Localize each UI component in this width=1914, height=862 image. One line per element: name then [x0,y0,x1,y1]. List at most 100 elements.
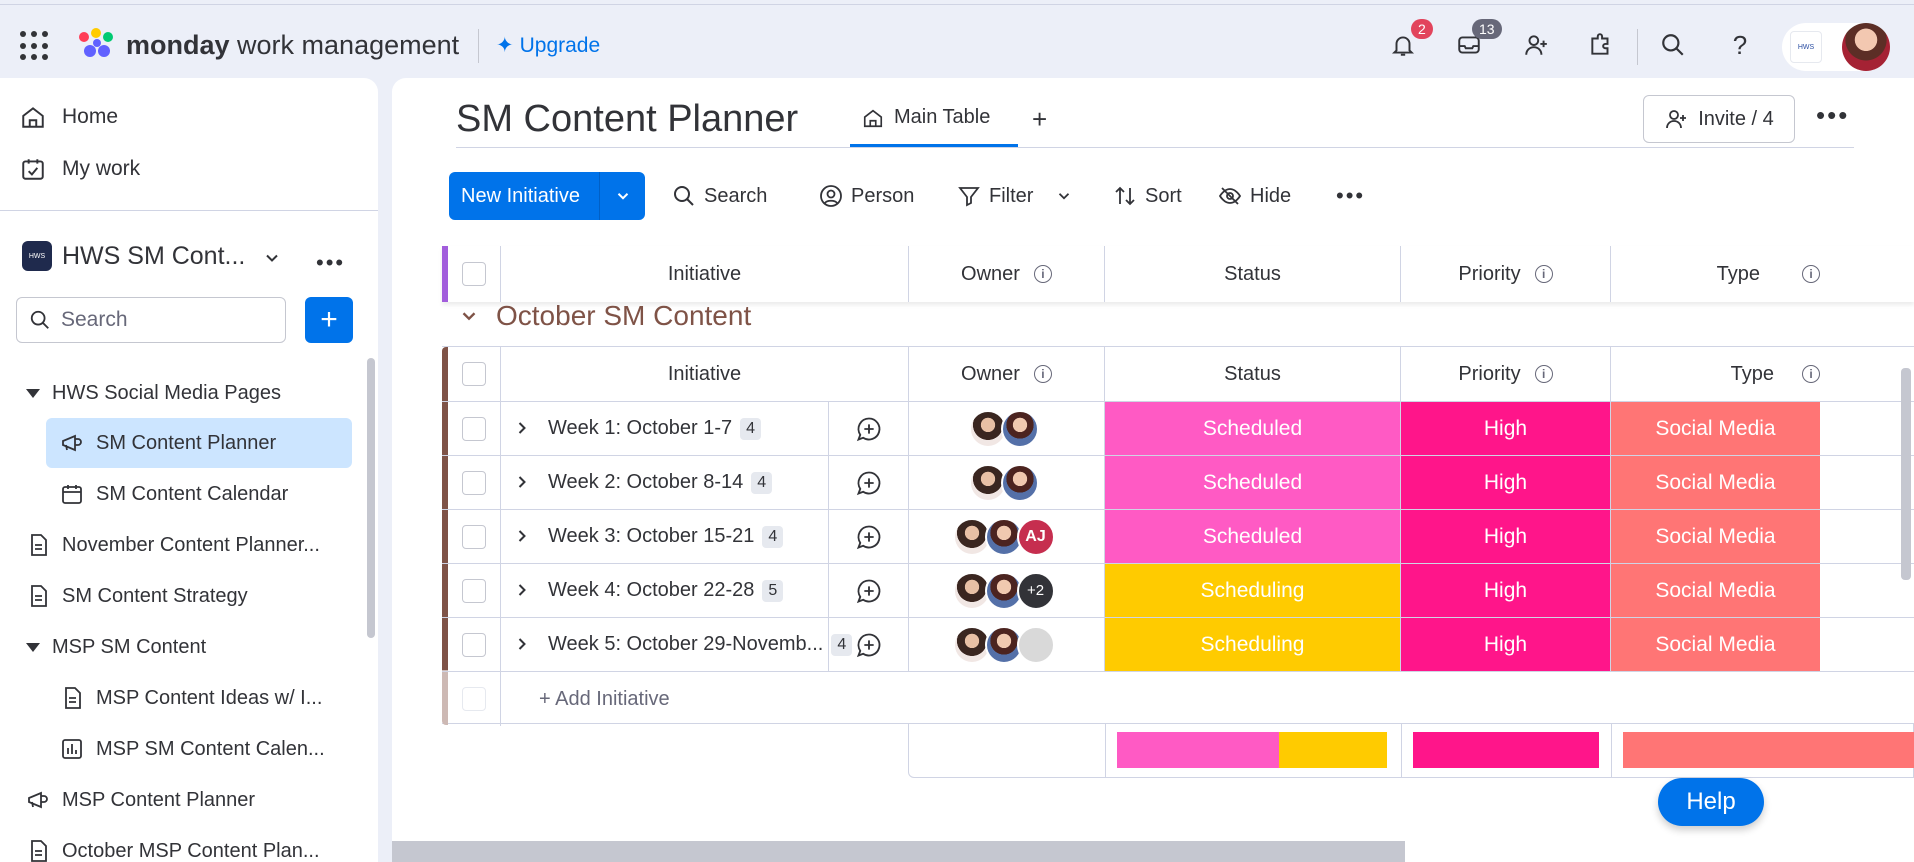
add-initiative-row[interactable]: + Add Initiative [442,672,1914,726]
column-header-initiative[interactable]: Initiative [500,246,908,302]
row-checkbox[interactable] [462,632,486,657]
group-title[interactable]: October SM Content [496,300,751,332]
tree-item-msp-sm-content-calendar[interactable]: MSP SM Content Calen... [60,724,325,774]
row-checkbox[interactable] [462,578,486,603]
add-update-icon[interactable] [828,456,908,509]
chevron-down-icon[interactable] [1055,187,1073,205]
search-icon[interactable] [1655,27,1691,63]
help-question-icon[interactable]: ? [1722,27,1758,63]
info-icon[interactable]: i [1033,365,1052,383]
invite-button[interactable]: Invite / 4 [1643,95,1795,143]
type-cell[interactable]: Social Media [1610,456,1820,509]
table-row[interactable]: Week 4: October 22-28 5 +2 Scheduling Hig… [442,564,1914,618]
type-cell[interactable]: Social Media [1610,510,1820,563]
column-header-owner[interactable]: Owner i [908,246,1104,302]
type-cell[interactable]: Social Media [1610,402,1820,455]
board-more-icon[interactable]: ••• [1816,100,1849,131]
workspace-more-icon[interactable]: ••• [316,250,345,276]
column-header-priority[interactable]: Priority i [1400,246,1610,302]
new-initiative-button[interactable]: New Initiative [449,172,645,220]
chevron-down-icon[interactable] [458,305,480,327]
owner-cell[interactable]: +2 [908,564,1104,617]
column-header-owner[interactable]: Owner i [908,347,1104,401]
info-icon[interactable]: i [1802,265,1820,283]
expand-chevron-icon[interactable] [512,418,532,443]
table-row[interactable]: Week 5: October 29-Novemb... 4 Scheduling… [442,618,1914,672]
toolbar-search[interactable]: Search [672,172,767,220]
info-icon[interactable]: i [1033,265,1052,283]
select-all-checkbox[interactable] [462,262,486,286]
status-summary-bar[interactable] [1117,732,1387,768]
tree-item-sm-content-strategy[interactable]: SM Content Strategy [26,571,248,621]
row-checkbox[interactable] [462,470,486,495]
column-header-priority[interactable]: Priority i [1400,347,1610,401]
type-cell[interactable]: Social Media [1610,564,1820,617]
toolbar-more-icon[interactable]: ••• [1336,172,1365,220]
brand-logo[interactable]: monday work management [76,25,459,65]
tree-item-msp-content-ideas[interactable]: MSP Content Ideas w/ I... [60,673,322,723]
row-checkbox[interactable] [462,416,486,441]
tree-item-sm-content-planner[interactable]: SM Content Planner [46,418,352,468]
chevron-down-icon[interactable] [262,248,282,268]
toolbar-sort[interactable]: Sort [1113,172,1182,220]
toolbar-hide[interactable]: Hide [1218,172,1291,220]
workspace-selector[interactable]: HWS HWS SM Cont... [22,241,245,271]
integrations-puzzle-icon[interactable] [1583,27,1619,63]
add-item-button[interactable]: + [305,297,353,343]
tree-item-november-planner[interactable]: November Content Planner... [26,520,320,570]
row-checkbox[interactable] [462,524,486,549]
sidebar-scrollbar[interactable] [367,358,375,638]
sidebar-search-input[interactable]: Search [16,297,286,343]
type-summary-bar[interactable] [1623,732,1914,768]
chevron-down-icon[interactable] [600,187,645,205]
info-icon[interactable]: i [1802,365,1820,383]
status-cell[interactable]: Scheduled [1104,510,1400,563]
table-row[interactable]: Week 2: October 8-14 4 Scheduled High Soc… [442,456,1914,510]
status-cell[interactable]: Scheduling [1104,618,1400,671]
toolbar-person-filter[interactable]: Person [819,172,914,220]
add-initiative-input[interactable]: + Add Initiative [500,672,908,726]
add-update-icon[interactable] [828,564,908,617]
upgrade-link[interactable]: ✦ Upgrade [496,33,600,58]
row-name[interactable]: Week 1: October 1-7 [548,417,732,440]
expand-chevron-icon[interactable] [512,526,532,551]
tree-item-october-msp-planner[interactable]: October MSP Content Plan... [26,826,320,862]
priority-cell[interactable]: High [1400,618,1610,671]
expand-chevron-icon[interactable] [512,634,532,659]
info-icon[interactable]: i [1534,265,1553,283]
column-header-status[interactable]: Status [1104,246,1400,302]
owner-cell[interactable] [908,456,1104,509]
table-row[interactable]: Week 3: October 15-21 4 AJ Scheduled High… [442,510,1914,564]
status-cell[interactable]: Scheduled [1104,402,1400,455]
priority-cell[interactable]: High [1400,510,1610,563]
priority-summary-bar[interactable] [1413,732,1599,768]
owner-cell[interactable]: AJ [908,510,1104,563]
owner-cell[interactable] [908,402,1104,455]
status-cell[interactable]: Scheduling [1104,564,1400,617]
column-header-status[interactable]: Status [1104,347,1400,401]
info-icon[interactable]: i [1534,365,1553,383]
add-update-icon[interactable] [828,402,908,455]
board-title[interactable]: SM Content Planner [456,98,798,141]
column-header-type[interactable]: Type i [1610,246,1820,302]
add-view-button[interactable]: + [1032,104,1047,135]
column-header-initiative[interactable]: Initiative [500,347,908,401]
row-name[interactable]: Week 4: October 22-28 [548,579,754,602]
invite-members-icon[interactable] [1518,27,1554,63]
type-cell[interactable]: Social Media [1610,618,1820,671]
vertical-scrollbar[interactable] [1901,368,1911,580]
expand-chevron-icon[interactable] [512,580,532,605]
expand-chevron-icon[interactable] [512,472,532,497]
row-name[interactable]: Week 5: October 29-Novemb... [548,633,823,656]
sidebar-my-work[interactable]: My work [20,156,140,182]
tree-folder[interactable]: HWS Social Media Pages [26,368,281,418]
toolbar-filter[interactable]: Filter [957,172,1073,220]
account-menu[interactable]: HWS [1782,23,1890,71]
help-button[interactable]: Help [1658,778,1764,826]
add-update-icon[interactable] [828,510,908,563]
table-row[interactable]: Week 1: October 1-7 4 Scheduled High Soci… [442,402,1914,456]
horizontal-scrollbar[interactable] [392,841,1405,862]
owner-cell[interactable] [908,618,1104,671]
group-header[interactable]: October SM Content [458,300,751,332]
priority-cell[interactable]: High [1400,456,1610,509]
